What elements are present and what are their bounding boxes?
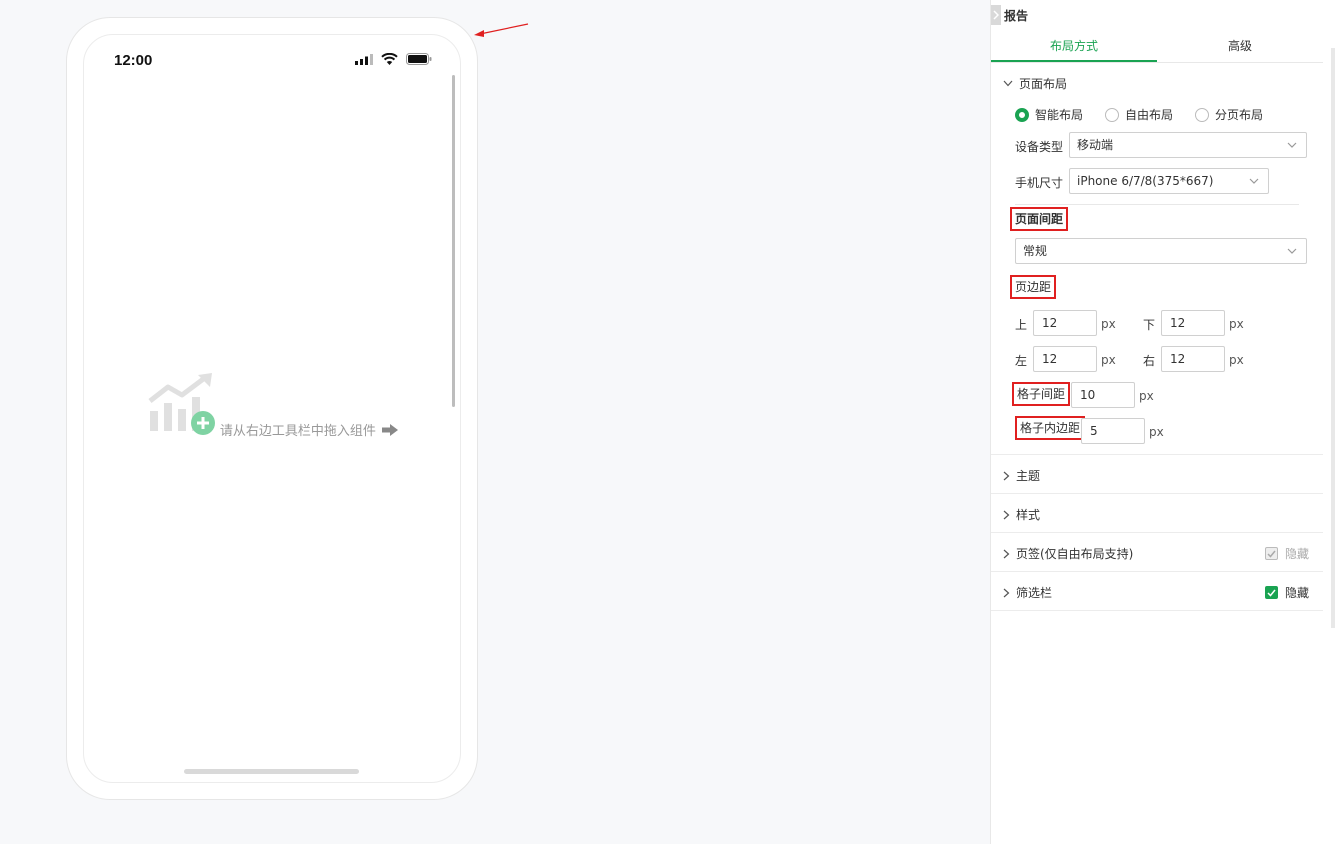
radio-label: 自由布局 [1125, 108, 1174, 122]
divider [991, 493, 1323, 494]
page-spacing-select[interactable]: 常规 [1015, 238, 1307, 264]
chevron-right-icon [993, 10, 999, 20]
chevron-right-icon [1003, 471, 1010, 480]
unit-label: px [1229, 353, 1244, 367]
unit-label: px [1149, 425, 1164, 439]
phone-size-select[interactable]: iPhone 6/7/8(375*667) [1069, 168, 1269, 194]
margin-top-input[interactable]: 12 [1033, 310, 1097, 336]
tabs-hide-label: 隐藏 [1285, 547, 1310, 561]
status-time: 12:00 [114, 52, 153, 69]
panel-header: 报告 [991, 4, 1028, 26]
radio-label: 分页布局 [1215, 108, 1264, 122]
divider [991, 610, 1323, 611]
section-page-layout-label: 页面布局 [1019, 77, 1068, 91]
unit-label: px [1101, 317, 1116, 331]
device-type-select[interactable]: 移动端 [1069, 132, 1307, 158]
grid-gap-label: 格子间距 [1012, 382, 1071, 406]
annotation-arrow [474, 23, 529, 37]
chevron-down-icon [1287, 142, 1297, 148]
section-theme-label: 主题 [1016, 469, 1041, 483]
section-page-tabs-label: 页签(仅自由布局支持) [1016, 547, 1134, 561]
divider [991, 454, 1323, 455]
margin-right-label: 右 [1143, 354, 1156, 368]
radio-smart-layout[interactable]: 智能布局 [1015, 106, 1083, 123]
status-icons [355, 53, 432, 65]
unit-label: px [1139, 389, 1154, 403]
empty-hint-text: 请从右边工具栏中拖入组件 [219, 424, 376, 439]
empty-state: 请从右边工具栏中拖入组件 [84, 373, 460, 439]
unit-label: px [1101, 353, 1116, 367]
page-margin-label: 页边距 [1010, 275, 1057, 299]
layout-radio-group: 智能布局 自由布局 分页布局 [1015, 106, 1285, 123]
chevron-right-icon [1003, 510, 1010, 519]
filter-hide-label: 隐藏 [1285, 586, 1310, 600]
grid-padding-label: 格子内边距 [1015, 416, 1086, 440]
chart-add-icon [148, 373, 216, 435]
battery-icon [406, 53, 432, 65]
section-filter-bar[interactable]: 筛选栏 [1003, 584, 1052, 601]
property-panel: 报告 布局方式 高级 页面布局 智能布局 自由布局 分页布局 设备类型 移动端 [990, 0, 1335, 844]
page-spacing-value: 常规 [1023, 244, 1048, 258]
tabs-hide-checkbox: 隐藏 [1265, 545, 1309, 562]
radio-free-layout[interactable]: 自由布局 [1105, 106, 1173, 123]
chevron-right-icon [1003, 549, 1010, 558]
margin-bottom-input[interactable]: 12 [1161, 310, 1225, 336]
section-theme[interactable]: 主题 [1003, 467, 1040, 484]
arrow-right-icon [381, 423, 398, 436]
margin-left-label: 左 [1015, 354, 1028, 368]
section-style-label: 样式 [1016, 508, 1041, 522]
panel-title: 报告 [1004, 8, 1029, 23]
phone-scrollbar[interactable] [452, 75, 455, 407]
wifi-icon [381, 53, 398, 65]
grid-padding-input[interactable]: 5 [1081, 418, 1145, 444]
chevron-down-icon [1287, 248, 1297, 254]
unit-label: px [1229, 317, 1244, 331]
section-page-layout[interactable]: 页面布局 [1003, 75, 1067, 92]
radio-circle [1105, 107, 1120, 122]
radio-circle-selected [1015, 107, 1029, 122]
page-spacing-label: 页面间距 [1010, 207, 1069, 231]
chevron-down-icon [1003, 80, 1013, 87]
chevron-down-icon [1249, 178, 1259, 184]
filter-hide-checkbox[interactable]: 隐藏 [1265, 584, 1309, 601]
panel-scrollbar[interactable] [1331, 48, 1335, 628]
empty-hint: 请从右边工具栏中拖入组件 [220, 420, 398, 439]
radio-paged-layout[interactable]: 分页布局 [1195, 106, 1263, 123]
tab-layout[interactable]: 布局方式 [991, 32, 1157, 62]
device-type-label: 设备类型 [1015, 140, 1064, 154]
panel-tabs: 布局方式 高级 [991, 32, 1323, 63]
signal-icon [355, 53, 373, 65]
margin-bottom-label: 下 [1143, 318, 1156, 332]
section-page-tabs[interactable]: 页签(仅自由布局支持) [1003, 545, 1133, 562]
phone-size-label: 手机尺寸 [1015, 176, 1064, 190]
grid-gap-input[interactable]: 10 [1071, 382, 1135, 408]
divider [1015, 204, 1299, 205]
phone-size-value: iPhone 6/7/8(375*667) [1077, 174, 1214, 188]
margin-top-label: 上 [1015, 318, 1028, 332]
divider [991, 571, 1323, 572]
phone-frame: 12:00 请从右边工具栏中拖入组件 [66, 17, 478, 800]
chevron-right-icon [1003, 588, 1010, 597]
section-style[interactable]: 样式 [1003, 506, 1040, 523]
phone-screen[interactable]: 12:00 请从右边工具栏中拖入组件 [83, 34, 461, 783]
margin-left-input[interactable]: 12 [1033, 346, 1097, 372]
panel-collapse-button[interactable] [991, 5, 1001, 25]
check-icon [1267, 589, 1276, 597]
tab-advanced[interactable]: 高级 [1157, 32, 1323, 62]
margin-right-input[interactable]: 12 [1161, 346, 1225, 372]
home-indicator [184, 769, 359, 774]
radio-circle [1195, 107, 1210, 122]
checkbox-checked [1265, 586, 1278, 599]
checkbox-disabled [1265, 547, 1278, 560]
device-type-value: 移动端 [1077, 138, 1114, 152]
divider [991, 532, 1323, 533]
radio-label: 智能布局 [1035, 108, 1084, 122]
check-icon [1267, 550, 1276, 558]
section-filter-bar-label: 筛选栏 [1016, 586, 1053, 600]
